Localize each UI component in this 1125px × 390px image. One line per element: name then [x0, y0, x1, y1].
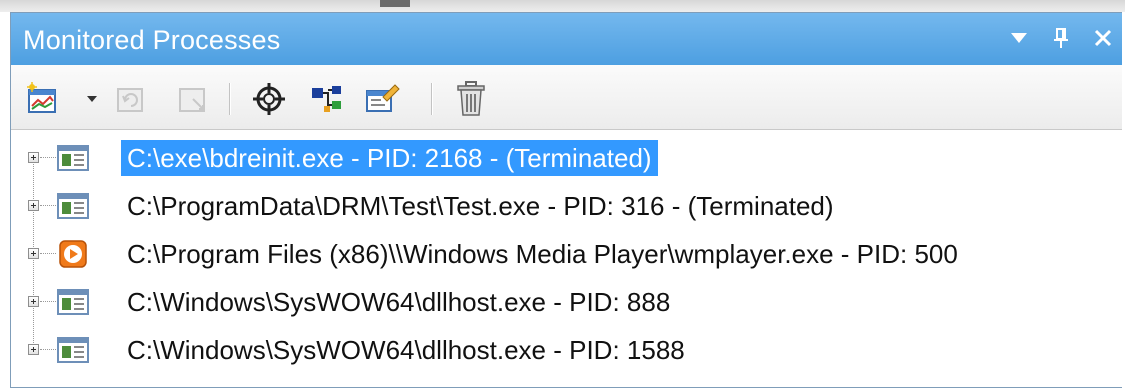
tree-row-process[interactable]: C:\ProgramData\DRM\Test\Test.exe - PID: …: [11, 186, 1122, 226]
tree-branch-line: [40, 157, 56, 158]
process-tree[interactable]: C:\exe\bdreinit.exe - PID: 2168 - (Termi…: [11, 130, 1122, 387]
expand-toggle[interactable]: [28, 200, 39, 211]
panel-title-bar[interactable]: Monitored Processes: [11, 13, 1122, 65]
properties-icon[interactable]: [365, 81, 401, 117]
expand-toggle[interactable]: [28, 344, 39, 355]
target-crosshair-icon[interactable]: [251, 81, 287, 117]
title-buttons: [1006, 23, 1116, 53]
toolbar: [11, 65, 1122, 130]
window-app-icon: [57, 193, 89, 219]
process-label[interactable]: C:\exe\bdreinit.exe - PID: 2168 - (Termi…: [121, 140, 658, 176]
expand-toggle[interactable]: [28, 248, 39, 259]
trash-icon[interactable]: [453, 81, 489, 117]
tree-branch-line: [40, 253, 56, 254]
tree-branch-line: [40, 301, 56, 302]
close-icon[interactable]: [1090, 23, 1116, 53]
process-label[interactable]: C:\ProgramData\DRM\Test\Test.exe - PID: …: [121, 188, 840, 224]
window-app-icon: [57, 337, 89, 363]
expand-toggle[interactable]: [28, 152, 39, 163]
process-label[interactable]: C:\Windows\SysWOW64\dllhost.exe - PID: 1…: [121, 332, 691, 368]
process-tree-icon[interactable]: [309, 81, 345, 117]
window-app-icon: [57, 289, 89, 315]
tree-row-process[interactable]: C:\Program Files (x86)\\Windows Media Pl…: [11, 234, 1122, 274]
background-strip: [0, 0, 1125, 12]
background-tab-edge: [380, 0, 410, 7]
tree-row-process[interactable]: C:\Windows\SysWOW64\dllhost.exe - PID: 1…: [11, 330, 1122, 370]
window-app-icon: [57, 145, 89, 171]
tree-branch-line: [40, 205, 56, 206]
process-label[interactable]: C:\Windows\SysWOW64\dllhost.exe - PID: 8…: [121, 284, 676, 320]
dropdown-chevron-icon[interactable]: [83, 81, 101, 117]
monitored-processes-panel: Monitored Processes C:\exe\bdreinit.exe …: [10, 12, 1122, 388]
tree-row-process[interactable]: C:\exe\bdreinit.exe - PID: 2168 - (Termi…: [11, 138, 1122, 178]
tree-branch-line: [40, 349, 56, 350]
media-player-icon: [59, 240, 87, 268]
toolbar-separator: [431, 83, 433, 115]
expand-toggle[interactable]: [28, 296, 39, 307]
stop-monitor-icon: [175, 81, 211, 117]
refresh-icon: [113, 81, 149, 117]
pin-icon[interactable]: [1048, 23, 1074, 53]
dropdown-arrow-icon[interactable]: [1006, 23, 1032, 53]
panel-title: Monitored Processes: [23, 25, 281, 55]
tree-row-process[interactable]: C:\Windows\SysWOW64\dllhost.exe - PID: 8…: [11, 282, 1122, 322]
toolbar-separator: [229, 83, 231, 115]
process-label[interactable]: C:\Program Files (x86)\\Windows Media Pl…: [121, 236, 964, 272]
monitor-new-process-icon[interactable]: [25, 81, 61, 117]
